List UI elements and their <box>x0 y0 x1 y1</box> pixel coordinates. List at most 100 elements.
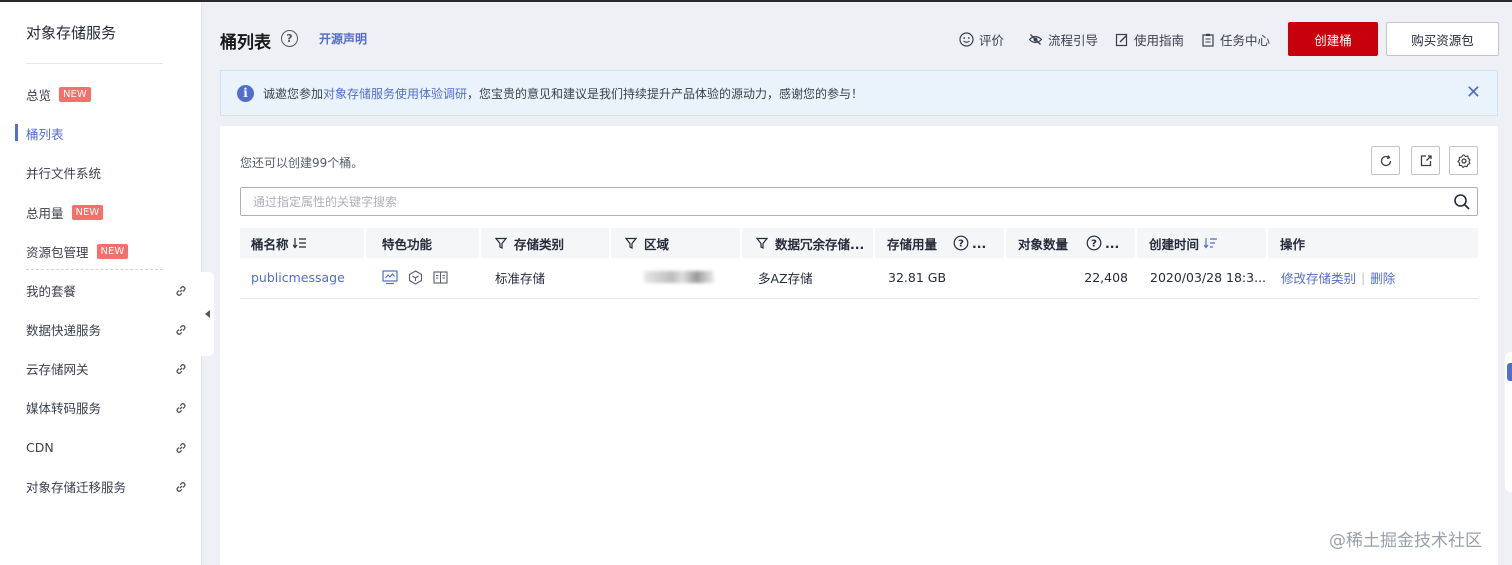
page-title: 桶列表 <box>220 33 271 53</box>
redacted-region <box>644 271 714 283</box>
sidebar-item-label: 媒体转码服务 <box>26 400 102 416</box>
gear-icon <box>1456 153 1471 168</box>
user-guide-link[interactable]: 使用指南 <box>1115 30 1184 49</box>
task-center-label: 任务中心 <box>1220 33 1271 48</box>
feedback-link[interactable]: 评价 <box>959 30 1004 49</box>
buy-resource-package-button[interactable]: 购买资源包 <box>1386 22 1499 56</box>
user-guide-label: 使用指南 <box>1134 33 1185 48</box>
col-usage[interactable]: 存储用量 ? ... <box>875 228 1006 258</box>
external-link-icon[interactable] <box>174 441 188 455</box>
external-link-icon[interactable] <box>174 284 188 298</box>
search-input[interactable] <box>241 188 1431 215</box>
col-label: 存储类别 <box>514 236 565 252</box>
sidebar-collapse-toggle[interactable] <box>200 272 214 356</box>
close-icon[interactable]: ✕ <box>1466 84 1481 102</box>
settings-button[interactable] <box>1449 146 1478 175</box>
static-website-icon[interactable] <box>382 269 398 285</box>
sidebar-item-parallel-fs[interactable]: 并行文件系统 <box>0 161 200 183</box>
new-badge: NEW <box>96 243 129 259</box>
cube-icon[interactable] <box>408 269 423 285</box>
col-region[interactable]: 区域 <box>611 228 742 258</box>
compare-icon[interactable] <box>433 270 448 285</box>
search-box <box>240 187 1478 216</box>
col-label: 特色功能 <box>382 236 433 252</box>
export-button[interactable] <box>1411 146 1440 175</box>
collapse-arrow-icon <box>204 310 210 318</box>
created-time-cell: 2020/03/28 18:3... <box>1150 269 1267 285</box>
table-header: 桶名称 特色功能 存储类别 区域 数据冗余存储... 存储用量 ? ... 对象… <box>240 228 1478 258</box>
col-label: 对象数量 <box>1018 236 1069 252</box>
create-bucket-button[interactable]: 创建桶 <box>1288 22 1378 56</box>
sidebar-item-resource-packages[interactable]: 资源包管理 NEW <box>0 240 200 262</box>
col-actions: 操作 <box>1268 228 1478 258</box>
help-icon[interactable]: ? <box>281 30 298 47</box>
sidebar-item-my-plans[interactable]: 我的套餐 <box>0 279 200 301</box>
bucket-quota-text: 您还可以创建99个桶。 <box>240 156 364 170</box>
object-count-cell: 22,408 <box>1084 269 1128 285</box>
external-link-icon[interactable] <box>174 362 188 376</box>
bucket-name-cell: publicmessage <box>251 258 345 296</box>
sidebar-item-migration[interactable]: 对象存储迁移服务 <box>0 475 200 497</box>
storage-class-cell: 标准存储 <box>495 270 546 286</box>
feedback-label: 评价 <box>979 33 1005 48</box>
sidebar-item-cdn[interactable]: CDN <box>0 436 200 458</box>
smile-icon <box>959 32 974 47</box>
sidebar-item-bucket-list[interactable]: 桶列表 <box>0 122 200 144</box>
task-center-link[interactable]: 任务中心 <box>1201 30 1270 49</box>
process-guide-link[interactable]: 流程引导 <box>1028 30 1098 49</box>
sidebar-item-label: 对象存储迁移服务 <box>26 479 127 495</box>
filter-icon[interactable] <box>756 237 768 249</box>
open-source-link[interactable]: 开源声明 <box>319 30 367 47</box>
info-icon: i <box>237 84 254 102</box>
sidebar-item-label: 总览 <box>26 87 52 103</box>
watermark: @稀土掘金技术社区 <box>1329 531 1482 551</box>
sidebar-item-media-transcoding[interactable]: 媒体转码服务 <box>0 396 200 418</box>
region-cell <box>644 258 714 296</box>
new-badge: NEW <box>59 86 91 102</box>
bucket-list-panel: 您还可以创建99个桶。 桶名称 特色功能 存储类别 区域 <box>220 126 1498 565</box>
actions-cell: 修改存储类别 | 删除 <box>1281 258 1395 296</box>
sort-icon[interactable] <box>292 237 307 249</box>
new-badge: NEW <box>71 204 104 220</box>
sidebar-item-total-usage[interactable]: 总用量 NEW <box>0 201 200 223</box>
help-icon[interactable]: ? <box>953 235 969 251</box>
svg-text:?: ? <box>1091 239 1097 250</box>
bucket-name-link[interactable]: publicmessage <box>251 270 345 285</box>
filter-icon[interactable] <box>625 237 637 249</box>
sidebar-divider <box>26 63 163 64</box>
external-link-icon[interactable] <box>174 480 188 494</box>
external-link-icon[interactable] <box>174 401 188 415</box>
notice-prefix: 诚邀您参加 <box>263 86 324 101</box>
col-label-ellipsis: ... <box>1105 235 1120 251</box>
col-bucket-name[interactable]: 桶名称 <box>240 228 366 258</box>
table-row: publicmessage 标准存储 多AZ存储 32.81 GB 22,408… <box>240 258 1478 299</box>
redundancy-cell: 多AZ存储 <box>758 270 813 286</box>
col-label: 区域 <box>644 236 670 252</box>
sidebar-item-label: 并行文件系统 <box>26 165 102 181</box>
col-label: 桶名称 <box>251 236 289 252</box>
col-redundancy[interactable]: 数据冗余存储... <box>742 228 875 258</box>
sidebar-title: 对象存储服务 <box>26 24 117 42</box>
notice-suffix: ，您宝贵的意见和建议是我们持续提升产品体验的源动力，感谢您的参与！ <box>467 86 864 101</box>
sidebar-item-overview[interactable]: 总览 NEW <box>0 83 200 105</box>
action-separator: | <box>1361 269 1366 285</box>
refresh-button[interactable] <box>1371 146 1400 175</box>
help-icon[interactable]: ? <box>1086 235 1102 251</box>
filter-icon[interactable] <box>495 237 507 249</box>
delete-link[interactable]: 删除 <box>1370 268 1395 287</box>
clipboard-icon <box>1202 33 1214 47</box>
sidebar-item-data-express[interactable]: 数据快递服务 <box>0 318 200 340</box>
search-icon[interactable] <box>1453 193 1471 211</box>
col-object-count[interactable]: 对象数量 ? ... <box>1006 228 1137 258</box>
sort-desc-icon[interactable] <box>1204 237 1218 249</box>
survey-link[interactable]: 对象存储服务使用体验调研 <box>323 87 467 101</box>
col-created-time[interactable]: 创建时间 <box>1137 228 1268 258</box>
svg-text:?: ? <box>958 239 964 250</box>
col-label: 操作 <box>1280 236 1306 252</box>
col-storage-class[interactable]: 存储类别 <box>481 228 611 258</box>
usage-cell: 32.81 GB <box>888 269 947 285</box>
external-link-icon[interactable] <box>174 323 188 337</box>
modify-storage-class-link[interactable]: 修改存储类别 <box>1281 268 1356 287</box>
sidebar-item-storage-gateway[interactable]: 云存储网关 <box>0 357 200 379</box>
refresh-icon <box>1380 154 1391 166</box>
